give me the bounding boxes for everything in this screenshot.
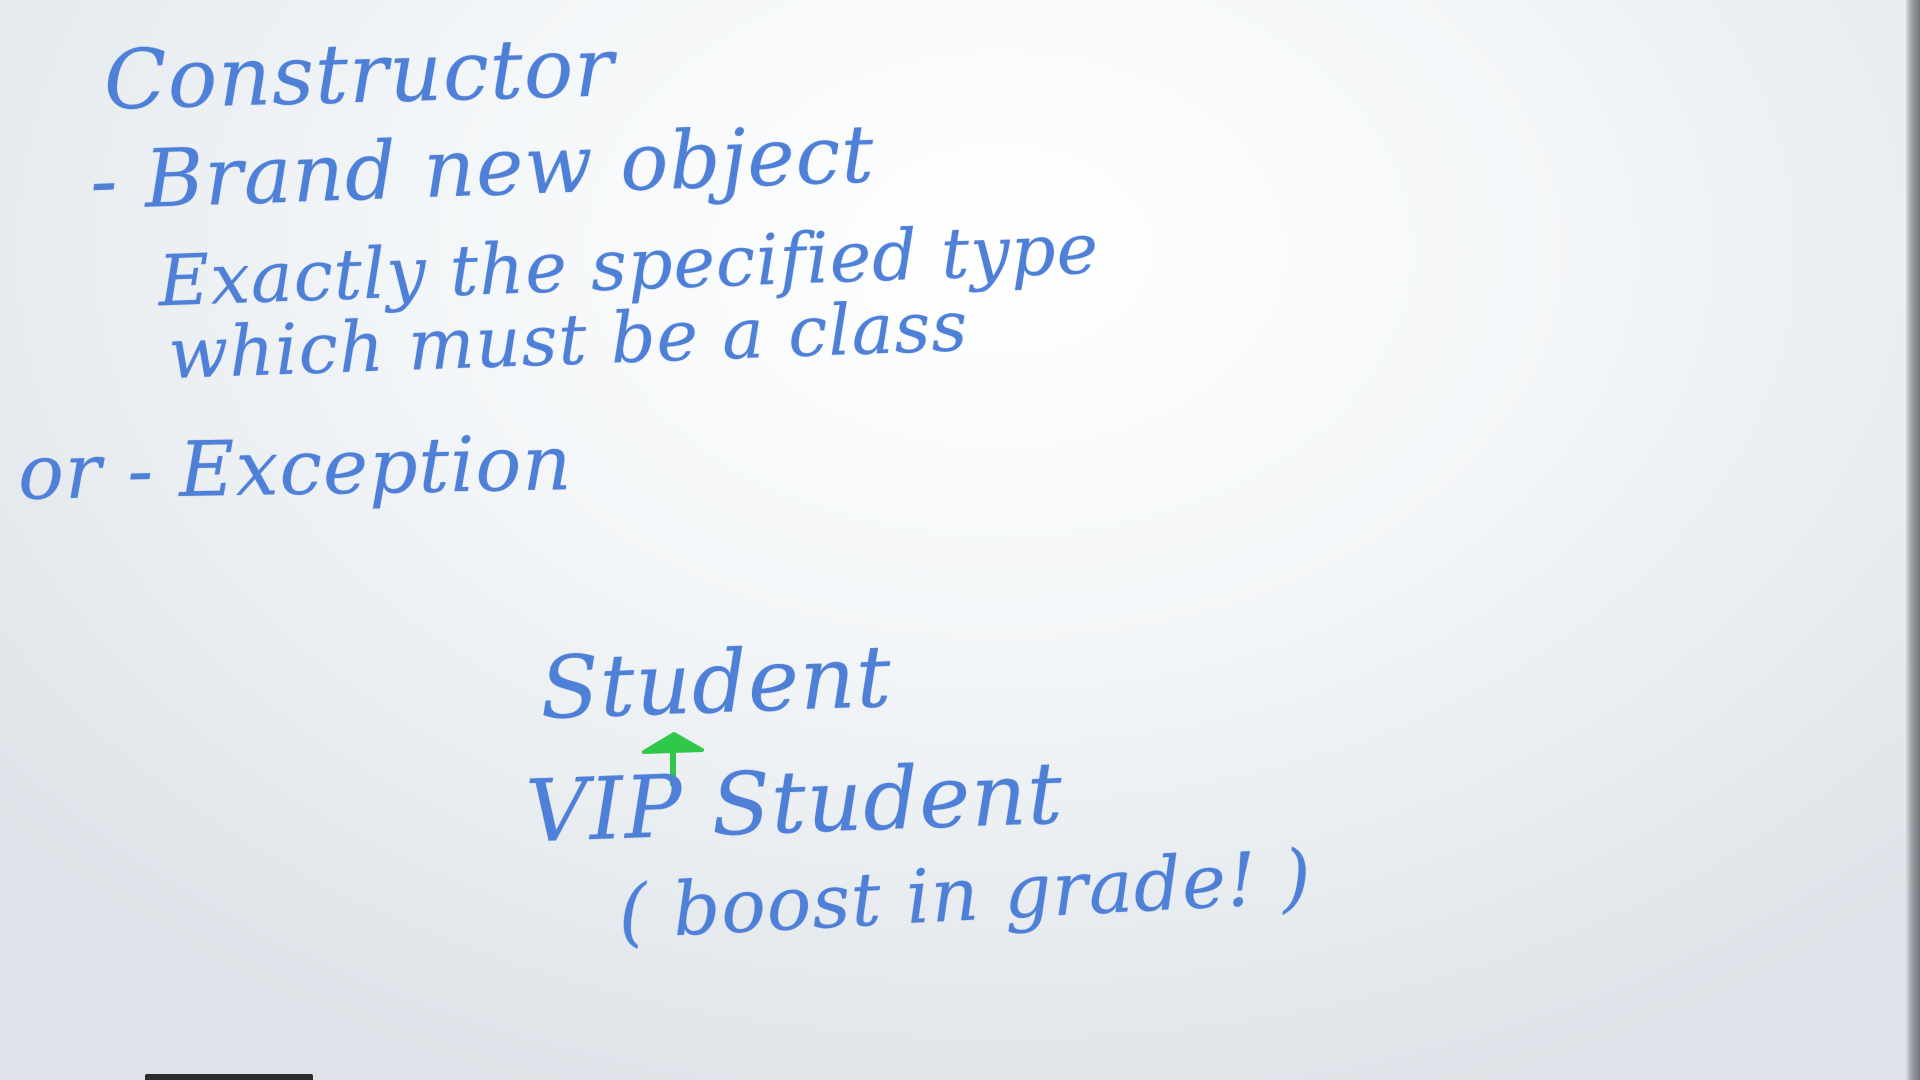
diagram-subclass: VIP Student [524,743,1065,863]
heading-constructor: Constructor [102,20,616,129]
note-line-4: or - Exception [17,418,573,517]
diagram-superclass: Student [538,626,894,740]
marker-tray [145,1074,313,1080]
whiteboard-frame-edge [1906,0,1920,1080]
diagram-note: ( boost in grade! ) [616,833,1314,957]
note-line-1: - Brand new object [88,107,876,228]
